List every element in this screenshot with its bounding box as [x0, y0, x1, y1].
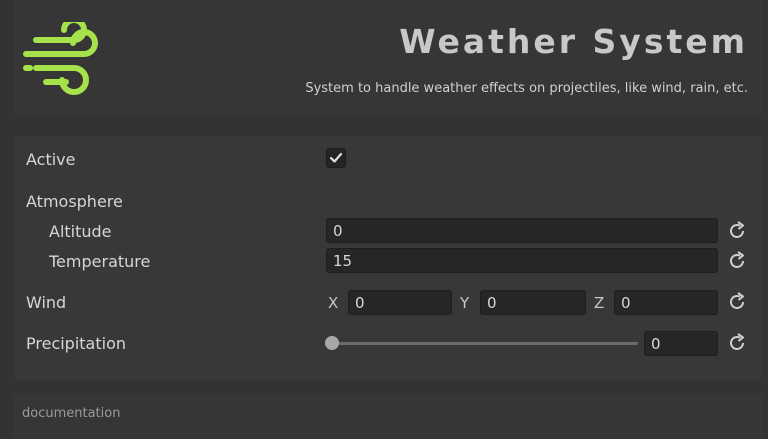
- temperature-label: Temperature: [49, 252, 151, 271]
- wind-z-label: Z: [594, 294, 605, 312]
- settings-panel: Active Atmosphere Altitude 0 Temperature…: [14, 136, 762, 380]
- page-title: Weather System: [399, 22, 748, 61]
- page-subtitle: System to handle weather effects on proj…: [305, 81, 748, 96]
- atmosphere-label: Atmosphere: [26, 192, 123, 211]
- wind-y-input[interactable]: 0: [480, 290, 586, 315]
- precipitation-slider-thumb[interactable]: [325, 336, 339, 350]
- precipitation-label: Precipitation: [26, 334, 127, 353]
- checkmark-icon: [329, 152, 343, 163]
- active-label: Active: [26, 150, 76, 169]
- temperature-reset-icon[interactable]: [726, 250, 748, 272]
- wind-label: Wind: [26, 293, 67, 312]
- altitude-input[interactable]: 0: [326, 218, 718, 243]
- wind-x-label: X: [328, 294, 339, 312]
- altitude-label: Altitude: [49, 222, 112, 241]
- header-panel: Weather System System to handle weather …: [14, 0, 762, 115]
- temperature-input[interactable]: 15: [326, 248, 718, 273]
- altitude-reset-icon[interactable]: [726, 220, 748, 242]
- precipitation-slider-track[interactable]: [332, 342, 638, 345]
- wind-z-input[interactable]: 0: [614, 290, 718, 315]
- active-checkbox[interactable]: [326, 148, 346, 168]
- wind-reset-icon[interactable]: [726, 291, 748, 313]
- precipitation-reset-icon[interactable]: [726, 332, 748, 354]
- documentation-link[interactable]: documentation: [22, 406, 120, 421]
- wind-y-label: Y: [460, 294, 470, 312]
- wind-icon: [23, 22, 98, 95]
- precipitation-input[interactable]: 0: [644, 331, 718, 356]
- footer-bar: [14, 394, 762, 439]
- wind-x-input[interactable]: 0: [348, 290, 452, 315]
